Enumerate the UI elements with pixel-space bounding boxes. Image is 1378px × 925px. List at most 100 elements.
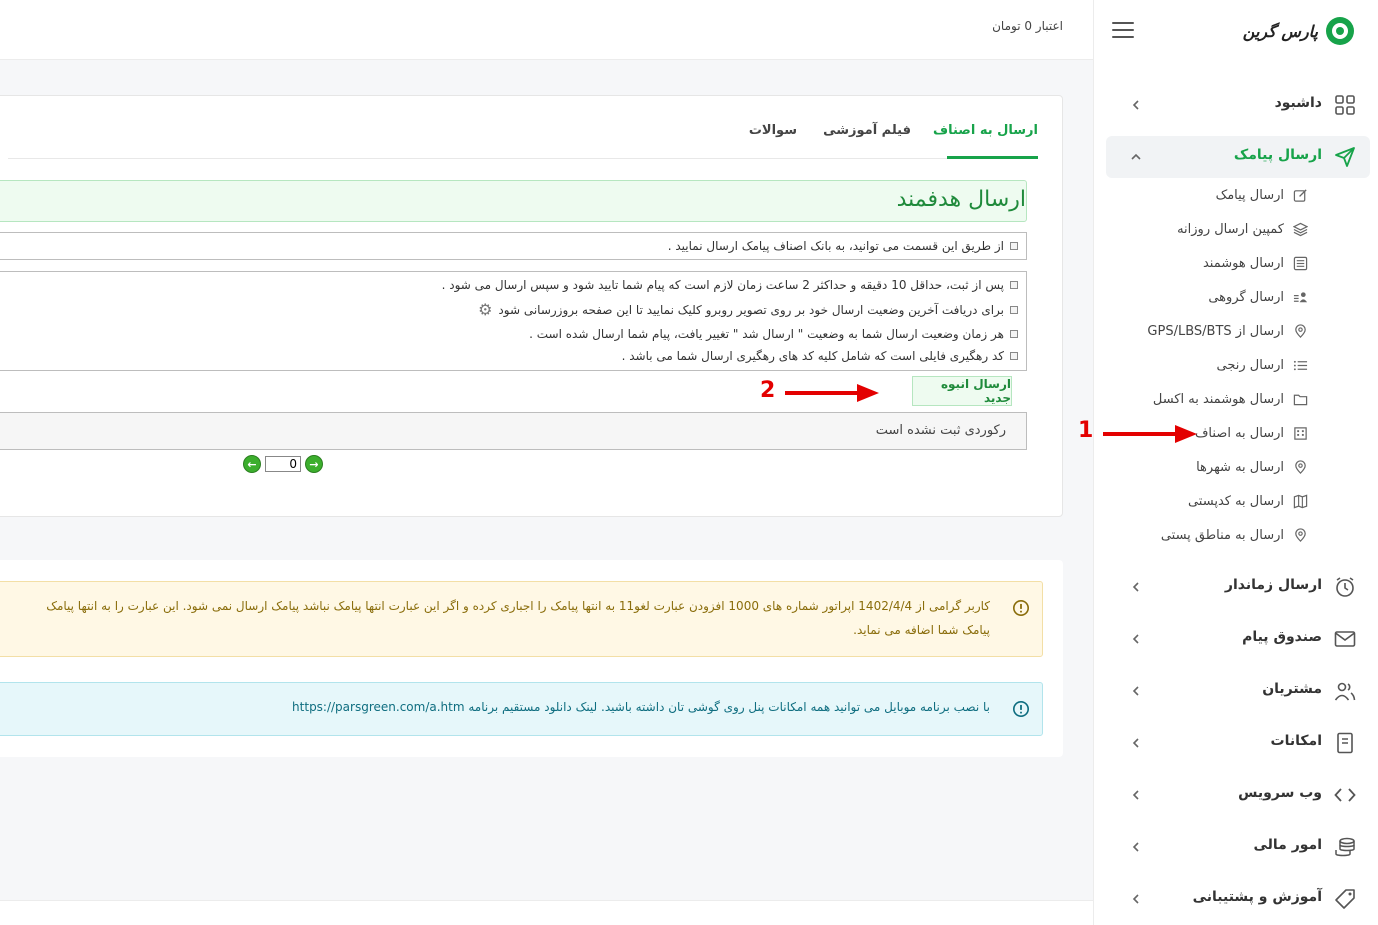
submenu-item-label: ارسال هوشمند <box>1202 256 1284 271</box>
map-pin-icon <box>1295 528 1306 542</box>
layers-icon <box>1293 222 1308 237</box>
sidebar-item-web-service[interactable]: وب سرویس <box>1106 774 1370 816</box>
map-pin-icon <box>1295 324 1306 338</box>
building-icon <box>1294 427 1307 440</box>
submenu-item-label: ارسال هوشمند به اکسل <box>1152 392 1284 407</box>
user-list-icon <box>1293 292 1308 303</box>
sidebar-item-label: وب سرویس <box>1238 785 1322 801</box>
main-card: ارسال به اصناف فیلم آموزشی سوالات ارسال … <box>0 95 1063 517</box>
checkbox-icon <box>1010 281 1018 289</box>
sidebar-item-label: صندوق پیام <box>1242 629 1322 645</box>
submenu-item-label: ارسال از GPS/LBS/BTS <box>1147 324 1284 339</box>
sidebar-item-inbox[interactable]: صندوق پیام <box>1106 618 1370 660</box>
brand-name: پارس گرین <box>1242 21 1318 41</box>
top-bar: اعتبار 0 تومان <box>0 0 1093 60</box>
page-number-input[interactable] <box>265 456 301 472</box>
map-pin-icon <box>1295 460 1306 474</box>
page-title: ارسال هدفمند <box>896 187 1026 212</box>
submenu-item-label: ارسال پیامک <box>1215 188 1284 203</box>
intro-box: از طریق این قسمت می توانید، به بانک اصنا… <box>0 232 1027 260</box>
chevron-up-icon <box>1131 153 1141 160</box>
tab-tutorial-video[interactable]: فیلم آموزشی <box>823 123 911 138</box>
info-icon <box>1012 700 1030 718</box>
warning-text-line1: کاربر گرامی از 1402/4/4 اپراتور شماره ها… <box>46 599 990 613</box>
new-bulk-send-button[interactable]: ارسال انبوه جدید <box>912 376 1012 406</box>
submenu-item-label: ارسال به مناطق پستی <box>1160 528 1284 543</box>
checkbox-icon <box>1010 305 1018 314</box>
sidebar-item-finance[interactable]: امور مالی <box>1106 826 1370 868</box>
note-text: کد رهگیری فایلی است که شامل کلیه کد های … <box>621 349 1004 363</box>
annotation-arrow-1-icon <box>1103 425 1197 443</box>
brand-logo-icon <box>1326 17 1354 45</box>
chevron-left-icon <box>1132 894 1139 904</box>
sidebar-item-label: مشتریان <box>1262 681 1322 697</box>
info-text: با نصب برنامه موبایل می توانید همه امکان… <box>292 700 990 714</box>
sidebar-item-label: امور مالی <box>1253 837 1322 853</box>
coins-icon <box>1335 837 1355 857</box>
brand[interactable]: پارس گرین <box>1243 16 1354 46</box>
grid-icon <box>1335 95 1355 115</box>
alarm-clock-icon <box>1336 577 1354 597</box>
annotation-number-2: 2 <box>760 378 776 403</box>
send-icon <box>1335 147 1355 167</box>
map-icon <box>1293 494 1308 509</box>
note-text: پس از ثبت، حداقل 10 دقیقه و حداکثر 2 ساع… <box>441 278 1004 292</box>
note-line: برای دریافت آخرین وضعیت ارسال خود بر روی… <box>478 300 1018 319</box>
sidebar-item-scheduled-send[interactable]: ارسال زماندار <box>1106 566 1370 608</box>
submenu-item-label: ارسال به شهرها <box>1196 460 1284 475</box>
intro-line: از طریق این قسمت می توانید، به بانک اصنا… <box>668 239 1018 253</box>
sidebar-item-training-support[interactable]: آموزش و پشتیبانی <box>1106 878 1370 920</box>
edit-icon <box>1293 189 1307 202</box>
info-alert: با نصب برنامه موبایل می توانید همه امکان… <box>0 682 1043 736</box>
warning-info-icon <box>1012 599 1030 617</box>
chevron-left-icon <box>1132 842 1139 852</box>
sidebar-item-dashboard[interactable]: داشبود <box>1106 84 1370 126</box>
refresh-gear-icon[interactable]: ⚙ <box>478 300 492 319</box>
chevron-left-icon <box>1132 790 1139 800</box>
warning-alert: کاربر گرامی از 1402/4/4 اپراتور شماره ها… <box>0 581 1043 657</box>
sidebar-item-label: داشبود <box>1274 95 1322 111</box>
sidebar-item-label: ارسال پیامک <box>1233 147 1322 163</box>
no-records-text: رکوردی ثبت نشده است <box>875 423 1006 438</box>
tab-bar: ارسال به اصناف فیلم آموزشی سوالات <box>8 96 1038 159</box>
note-line: هر زمان وضعیت ارسال شما به وضعیت " ارسال… <box>529 327 1018 341</box>
annotation-number-1: 1 <box>1078 418 1094 443</box>
footer <box>0 900 1093 925</box>
chevron-left-icon <box>1132 100 1139 110</box>
sidebar-item-label: امکانات <box>1270 733 1322 749</box>
active-tab-indicator <box>947 156 1038 159</box>
chevron-left-icon <box>1132 738 1139 748</box>
sidebar-item-label: آموزش و پشتیبانی <box>1192 889 1322 905</box>
folder-icon <box>1293 394 1308 406</box>
note-line: پس از ثبت، حداقل 10 دقیقه و حداکثر 2 ساع… <box>442 278 1018 292</box>
warning-text-line2: پیامک شما اضافه می نماید. <box>853 623 990 637</box>
sidebar-item-label: ارسال زماندار <box>1224 577 1322 593</box>
pagination: ← → <box>243 454 323 474</box>
chevron-left-icon <box>1132 582 1139 592</box>
envelope-icon <box>1334 631 1356 647</box>
chevron-left-icon <box>1132 686 1139 696</box>
list-box-icon <box>1293 256 1308 271</box>
note-line: کد رهگیری فایلی است که شامل کلیه کد های … <box>622 349 1018 363</box>
submenu-item-label: ارسال به کدپستی <box>1187 494 1284 509</box>
tab-faq[interactable]: سوالات <box>749 123 797 138</box>
hamburger-menu-icon[interactable] <box>1112 22 1134 40</box>
note-text: هر زمان وضعیت ارسال شما به وضعیت " ارسال… <box>529 327 1004 341</box>
submenu-item-label: ارسال گروهی <box>1208 290 1284 305</box>
users-icon <box>1334 682 1356 701</box>
note-text: برای دریافت آخرین وضعیت ارسال خود بر روی… <box>498 302 1004 317</box>
sidebar-item-send-sms[interactable]: ارسال پیامک <box>1106 136 1370 178</box>
code-icon <box>1334 788 1356 802</box>
tab-send-to-guilds[interactable]: ارسال به اصناف <box>933 123 1038 138</box>
intro-text: از طریق این قسمت می توانید، به بانک اصنا… <box>667 239 1004 253</box>
notice-card: کاربر گرامی از 1402/4/4 اپراتور شماره ها… <box>0 560 1063 757</box>
prev-page-icon[interactable]: ← <box>243 455 261 473</box>
next-page-icon[interactable]: → <box>305 455 323 473</box>
records-table: رکوردی ثبت نشده است <box>0 412 1027 450</box>
annotation-arrow-2-icon <box>785 384 879 402</box>
title-box: ارسال هدفمند <box>0 180 1027 222</box>
notes-box: پس از ثبت، حداقل 10 دقیقه و حداکثر 2 ساع… <box>0 271 1027 371</box>
document-icon <box>1337 732 1353 754</box>
sidebar-item-features[interactable]: امکانات <box>1106 722 1370 764</box>
sidebar-item-customers[interactable]: مشتریان <box>1106 670 1370 712</box>
